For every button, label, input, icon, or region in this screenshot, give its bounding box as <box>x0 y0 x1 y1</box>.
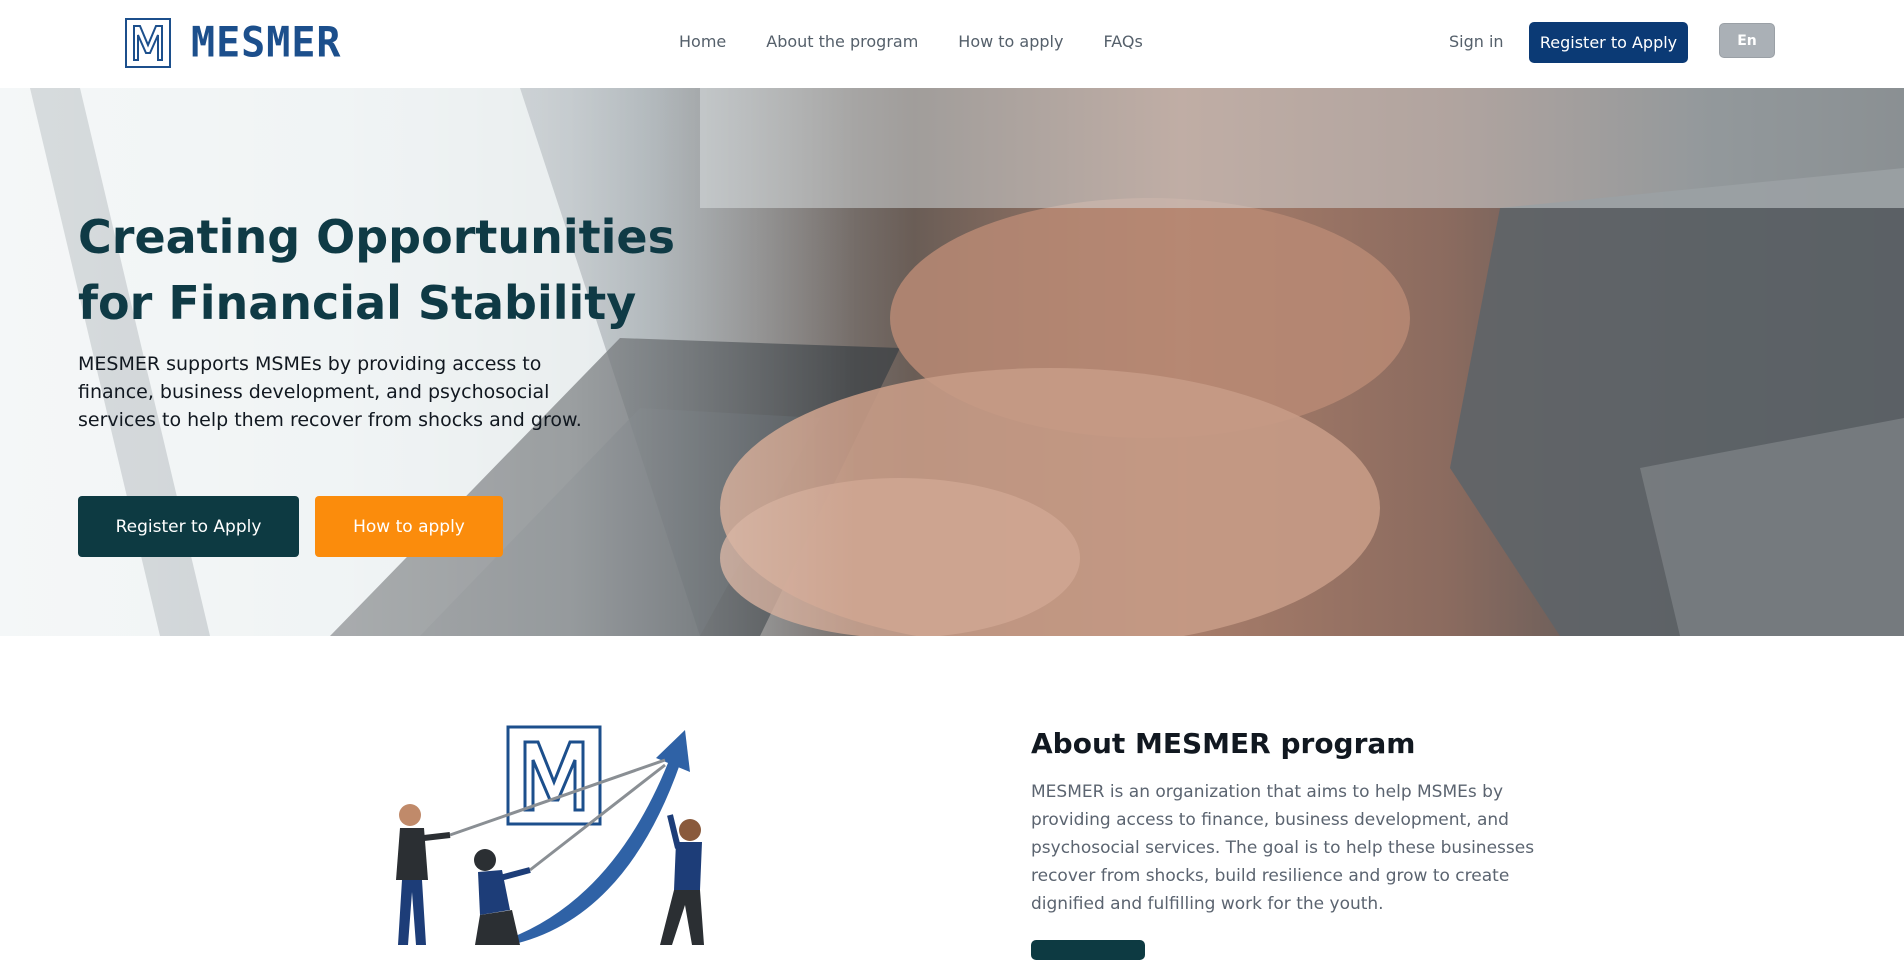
hero-how-to-apply-button[interactable]: How to apply <box>315 496 503 557</box>
language-selector[interactable]: En <box>1719 23 1775 58</box>
site-header: MESMER Home About the program How to app… <box>0 0 1904 88</box>
hero-section: Creating Opportunities for Financial Sta… <box>0 88 1904 636</box>
nav-faqs[interactable]: FAQs <box>1103 32 1142 51</box>
about-title: About MESMER program <box>1031 727 1416 760</box>
hero-title: Creating Opportunities for Financial Sta… <box>78 210 675 330</box>
team-growth-illustration-icon <box>396 725 704 945</box>
about-learn-more-button[interactable] <box>1031 940 1145 960</box>
main-nav: Home About the program How to apply FAQs <box>679 32 1183 51</box>
brand-name: MESMER <box>191 18 342 68</box>
nav-about-program[interactable]: About the program <box>766 32 918 51</box>
logo-mark-icon <box>125 18 171 68</box>
brand-logo[interactable]: MESMER <box>125 18 342 68</box>
hero-subtitle: MESMER supports MSMEs by providing acces… <box>78 353 582 431</box>
about-illustration <box>380 720 710 945</box>
about-description: MESMER is an organization that aims to h… <box>1031 782 1535 914</box>
sign-in-link[interactable]: Sign in <box>1449 32 1504 51</box>
header-register-button[interactable]: Register to Apply <box>1529 22 1688 63</box>
nav-home[interactable]: Home <box>679 32 726 51</box>
nav-how-to-apply[interactable]: How to apply <box>958 32 1063 51</box>
hero-register-button[interactable]: Register to Apply <box>78 496 299 557</box>
